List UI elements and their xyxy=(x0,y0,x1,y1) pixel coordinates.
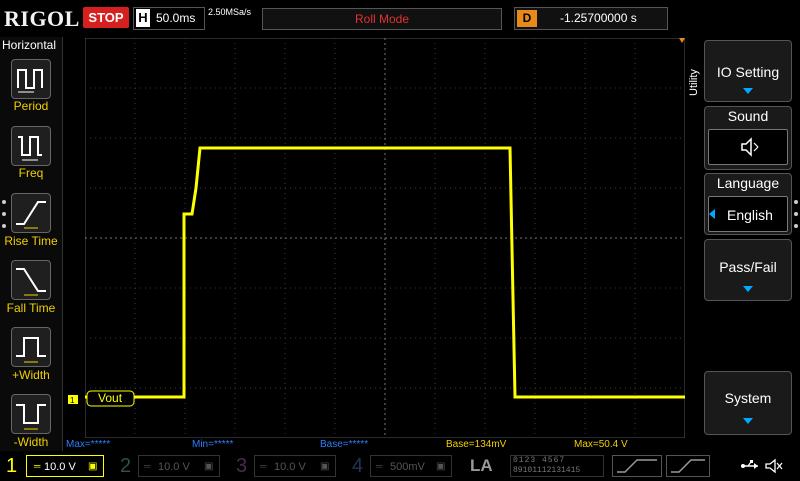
ch1-bw-icon: ▣ xyxy=(88,461,98,472)
io-setting-label: IO Setting xyxy=(716,64,780,80)
freq-label: Freq xyxy=(18,166,44,180)
pos-width-label: +Width xyxy=(12,368,50,382)
freq-icon xyxy=(18,136,42,161)
ch2-number[interactable]: 2 xyxy=(120,455,131,478)
waveform-graticule[interactable] xyxy=(85,38,685,438)
math-source-2[interactable] xyxy=(666,455,710,477)
ch4-scale: 500mV xyxy=(390,461,425,473)
ch4-number[interactable]: 4 xyxy=(352,455,363,478)
ch1-number[interactable]: 1 xyxy=(6,455,17,478)
edge-dot xyxy=(2,224,6,228)
period-button[interactable] xyxy=(11,59,51,99)
trigger-mode-display[interactable]: Roll Mode xyxy=(262,8,502,30)
measure-base-ch1: Base=134mV xyxy=(446,439,507,450)
delay-value: -1.25700000 s xyxy=(560,11,637,25)
math-source-1[interactable] xyxy=(612,455,662,477)
chevron-down-icon xyxy=(743,418,753,424)
edge-dot xyxy=(2,212,6,216)
ch2-bw-icon: ▣ xyxy=(204,461,214,472)
chevron-down-icon xyxy=(743,286,753,292)
ch1-scale: 10.0 V xyxy=(44,461,76,473)
ch2-coupling-icon: ═ xyxy=(144,461,151,471)
utility-side-label: Utility xyxy=(688,69,700,96)
pos-width-icon xyxy=(16,337,46,363)
ch3-number[interactable]: 3 xyxy=(236,455,247,478)
measure-max-ch1: Max=50.4 V xyxy=(574,439,628,450)
speaker-muted-icon[interactable] xyxy=(764,458,784,479)
run-stop-indicator[interactable]: STOP xyxy=(83,7,129,28)
measure-max: Max=***** xyxy=(66,439,111,450)
sound-toggle[interactable] xyxy=(708,129,788,165)
rise-time-icon xyxy=(16,201,46,229)
pos-width-button[interactable] xyxy=(11,327,51,367)
measure-base: Base=***** xyxy=(320,439,369,450)
edge-dot xyxy=(794,212,798,216)
vout-channel-num: 1 xyxy=(70,396,75,405)
language-value: English xyxy=(727,207,773,223)
edge-dot xyxy=(2,200,6,204)
ch3-coupling-icon: ═ xyxy=(260,461,267,471)
chevron-left-icon xyxy=(709,209,715,219)
sound-label: Sound xyxy=(727,108,769,124)
waveform-2-icon xyxy=(671,459,705,473)
rise-time-button[interactable] xyxy=(11,193,51,233)
freq-button[interactable] xyxy=(11,126,51,166)
timebase-letter: H xyxy=(136,9,150,27)
ch4-bw-icon: ▣ xyxy=(436,461,446,472)
la-label[interactable]: LA xyxy=(470,456,493,476)
fall-time-icon xyxy=(16,268,46,296)
pass-fail-label: Pass/Fail xyxy=(719,259,777,275)
waveform-1-icon xyxy=(617,459,657,473)
edge-dot xyxy=(794,200,798,204)
la-row1: 0123 4567 xyxy=(513,456,566,465)
la-row2: 89101112131415 xyxy=(513,466,581,475)
neg-width-button[interactable] xyxy=(11,394,51,434)
horizontal-menu-title: Horizontal xyxy=(2,38,57,52)
ch4-coupling-icon: ═ xyxy=(376,461,383,471)
ch1-coupling-icon: ═ xyxy=(34,461,41,471)
neg-width-icon xyxy=(16,404,46,430)
period-icon xyxy=(17,69,43,93)
usb-icon xyxy=(740,459,760,478)
fall-time-button[interactable] xyxy=(11,260,51,300)
brand-logo: RIGOL xyxy=(4,6,80,31)
edge-dot xyxy=(794,224,798,228)
delay-letter: D xyxy=(517,10,537,27)
ch2-scale: 10.0 V xyxy=(158,461,190,473)
speaker-muted-icon xyxy=(741,137,759,157)
neg-width-label: -Width xyxy=(13,435,49,449)
ch3-scale: 10.0 V xyxy=(274,461,306,473)
language-label: Language xyxy=(716,175,780,191)
fall-time-label: Fall Time xyxy=(6,301,56,315)
ch3-bw-icon: ▣ xyxy=(320,461,330,472)
chevron-down-icon xyxy=(743,88,753,94)
system-label: System xyxy=(724,390,772,406)
sample-rate: 2.50MSa/s xyxy=(208,7,252,17)
rise-time-label: Rise Time xyxy=(4,234,58,248)
timebase-value: 50.0ms xyxy=(156,11,196,25)
vout-label: Vout xyxy=(98,391,123,405)
period-label: Period xyxy=(13,99,49,113)
measure-min: Min=***** xyxy=(192,439,234,450)
